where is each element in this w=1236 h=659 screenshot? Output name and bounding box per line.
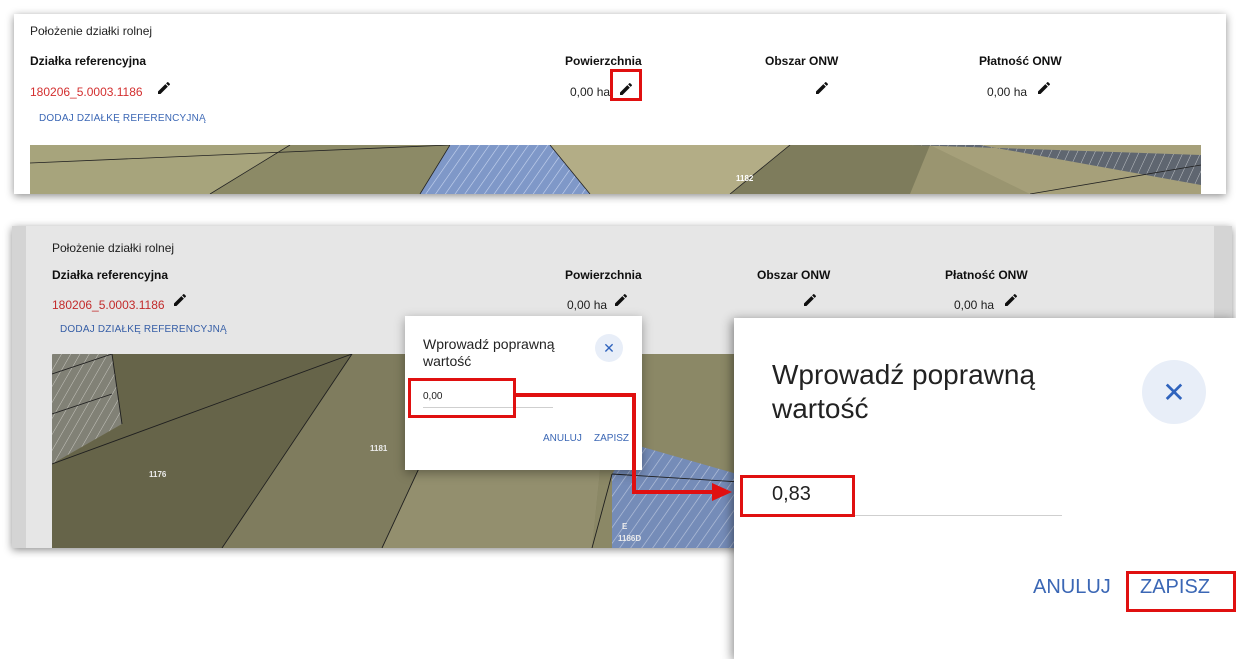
onw-payment-value: 0,00 ha: [954, 298, 995, 312]
map-parcel-number: 1186D: [618, 534, 642, 543]
section-title: Położenie działki rolnej: [52, 241, 175, 255]
column-header-area: Powierzchnia: [565, 268, 642, 282]
area-value: 0,00 ha: [570, 85, 611, 99]
pencil-icon[interactable]: [172, 292, 188, 308]
save-button[interactable]: ZAPISZ: [594, 433, 629, 444]
value-input[interactable]: [772, 474, 1062, 516]
add-ref-parcel-link[interactable]: DODAJ DZIAŁKĘ REFERENCYJNĄ: [39, 113, 206, 124]
parcel-map[interactable]: 1182: [30, 145, 1201, 194]
ref-parcel-link[interactable]: 180206_5.0003.1186: [52, 298, 165, 312]
map-parcel-number: 1181: [370, 444, 388, 453]
ref-parcel-link[interactable]: 180206_5.0003.1186: [30, 85, 143, 99]
column-header-onw-payment: Płatność ONW: [979, 54, 1062, 68]
column-header-ref-parcel: Działka referencyjna: [52, 268, 169, 282]
save-button[interactable]: ZAPISZ: [1140, 576, 1210, 599]
column-header-onw-area: Obszar ONW: [765, 54, 839, 68]
cancel-button[interactable]: ANULUJ: [1033, 576, 1111, 599]
value-input[interactable]: [423, 386, 553, 408]
section-title: Położenie działki rolnej: [30, 24, 153, 38]
pencil-icon[interactable]: [1036, 80, 1052, 96]
pencil-icon[interactable]: [814, 80, 830, 96]
column-header-ref-parcel: Działka referencyjna: [30, 54, 147, 68]
close-icon[interactable]: ✕: [1142, 360, 1206, 424]
pencil-icon[interactable]: [613, 292, 629, 308]
value-dialog: Wprowadź poprawną wartość ✕ ANULUJ ZAPIS…: [405, 316, 642, 470]
pencil-icon[interactable]: [802, 292, 818, 308]
area-value: 0,00 ha: [567, 298, 608, 312]
value-dialog-zoomed: Wprowadź poprawną wartość ✕ ANULUJ ZAPIS…: [734, 318, 1236, 659]
map-parcel-letter: E: [622, 522, 628, 531]
pencil-icon[interactable]: [1003, 292, 1019, 308]
dialog-title: Wprowadź poprawną wartość: [423, 336, 555, 369]
map-parcel-number: 1182: [736, 174, 754, 183]
add-ref-parcel-link[interactable]: DODAJ DZIAŁKĘ REFERENCYJNĄ: [60, 324, 227, 335]
column-header-onw-payment: Płatność ONW: [945, 268, 1028, 282]
column-header-area: Powierzchnia: [565, 54, 642, 68]
map-parcel-number: 1176: [149, 470, 167, 479]
close-icon[interactable]: ✕: [595, 334, 623, 362]
pencil-icon[interactable]: [618, 81, 634, 97]
column-header-onw-area: Obszar ONW: [757, 268, 831, 282]
dialog-title: Wprowadź poprawną wartość: [772, 359, 1036, 424]
onw-payment-value: 0,00 ha: [987, 85, 1028, 99]
pencil-icon[interactable]: [156, 80, 172, 96]
cancel-button[interactable]: ANULUJ: [543, 433, 582, 444]
parcel-location-panel: Położenie działki rolnej Działka referen…: [14, 14, 1226, 194]
